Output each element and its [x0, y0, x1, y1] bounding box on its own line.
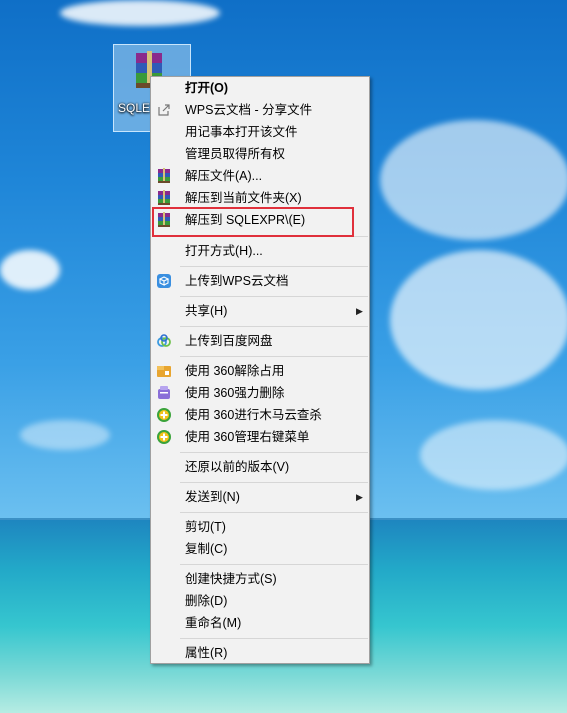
cloud	[420, 420, 567, 490]
menu-item-open-with[interactable]: 打开方式(H)...	[152, 240, 368, 262]
menu-item-label: 打开(O)	[185, 81, 229, 95]
menu-item-open-notepad[interactable]: 用记事本打开该文件	[152, 121, 368, 143]
context-menu: 打开(O) WPS云文档 - 分享文件 用记事本打开该文件 管理员取得所有权 解…	[150, 76, 370, 664]
wps-cloud-icon	[157, 274, 171, 288]
menu-item-open[interactable]: 打开(O)	[152, 77, 368, 99]
menu-separator	[180, 512, 368, 513]
menu-item-label: 使用 360管理右键菜单	[185, 430, 310, 444]
menu-item-label: 解压到当前文件夹(X)	[185, 191, 302, 205]
menu-item-360-unlock[interactable]: 使用 360解除占用	[152, 360, 368, 382]
menu-separator	[180, 452, 368, 453]
menu-separator	[180, 356, 368, 357]
menu-separator	[180, 266, 368, 267]
menu-item-label: 使用 360强力删除	[185, 386, 285, 400]
menu-item-take-ownership[interactable]: 管理员取得所有权	[152, 143, 368, 165]
menu-item-upload-wps[interactable]: 上传到WPS云文档	[152, 270, 368, 292]
menu-item-extract-files[interactable]: 解压文件(A)...	[152, 165, 368, 187]
submenu-arrow-icon: ▶	[356, 306, 363, 316]
winrar-icon	[158, 168, 170, 183]
menu-separator	[180, 564, 368, 565]
360-unlock-icon	[157, 366, 171, 377]
menu-item-label: 上传到百度网盘	[185, 334, 273, 348]
menu-item-label: 用记事本打开该文件	[185, 125, 298, 139]
menu-item-label: 上传到WPS云文档	[185, 274, 289, 288]
menu-item-properties[interactable]: 属性(R)	[152, 642, 368, 664]
menu-separator	[180, 326, 368, 327]
menu-item-label: 剪切(T)	[185, 520, 226, 534]
menu-item-wps-share[interactable]: WPS云文档 - 分享文件	[152, 99, 368, 121]
cloud	[60, 0, 220, 26]
menu-separator	[180, 638, 368, 639]
winrar-icon	[158, 190, 170, 205]
menu-item-upload-baidu[interactable]: 上传到百度网盘	[152, 330, 368, 352]
submenu-arrow-icon: ▶	[356, 492, 363, 502]
menu-item-label: 还原以前的版本(V)	[185, 460, 290, 474]
menu-item-label: 复制(C)	[185, 542, 228, 556]
menu-item-create-shortcut[interactable]: 创建快捷方式(S)	[152, 568, 368, 590]
360-delete-icon	[158, 386, 170, 399]
360-scan-icon	[157, 408, 171, 422]
menu-item-share[interactable]: 共享(H) ▶	[152, 300, 368, 322]
menu-item-delete[interactable]: 删除(D)	[152, 590, 368, 612]
menu-item-send-to[interactable]: 发送到(N) ▶	[152, 486, 368, 508]
menu-item-360-scan[interactable]: 使用 360进行木马云查杀	[152, 404, 368, 426]
menu-item-label: 删除(D)	[185, 594, 228, 608]
menu-separator	[180, 296, 368, 297]
360-menu-icon	[157, 430, 171, 444]
menu-item-label: 使用 360进行木马云查杀	[185, 408, 322, 422]
menu-item-label: 发送到(N)	[185, 490, 240, 504]
share-icon	[158, 104, 170, 116]
menu-separator	[180, 482, 368, 483]
menu-item-label: 打开方式(H)...	[185, 244, 263, 258]
menu-item-label: 使用 360解除占用	[185, 364, 285, 378]
annotation-highlight-box	[152, 207, 354, 237]
menu-item-label: WPS云文档 - 分享文件	[185, 103, 313, 117]
menu-item-label: 共享(H)	[185, 304, 228, 318]
cloud	[390, 250, 567, 390]
cloud	[20, 420, 110, 450]
menu-item-cut[interactable]: 剪切(T)	[152, 516, 368, 538]
menu-item-rename[interactable]: 重命名(M)	[152, 612, 368, 634]
baidu-cloud-icon	[157, 334, 171, 347]
menu-item-label: 属性(R)	[185, 646, 228, 660]
menu-item-label: 创建快捷方式(S)	[185, 572, 277, 586]
menu-item-extract-here[interactable]: 解压到当前文件夹(X)	[152, 187, 368, 209]
menu-item-360-delete[interactable]: 使用 360强力删除	[152, 382, 368, 404]
menu-item-360-manage-menu[interactable]: 使用 360管理右键菜单	[152, 426, 368, 448]
cloud	[0, 250, 60, 290]
menu-item-label: 管理员取得所有权	[185, 147, 286, 161]
cloud	[380, 120, 567, 240]
menu-item-restore-versions[interactable]: 还原以前的版本(V)	[152, 456, 368, 478]
menu-item-label: 解压文件(A)...	[185, 169, 263, 183]
menu-item-label: 重命名(M)	[185, 616, 242, 630]
menu-item-copy[interactable]: 复制(C)	[152, 538, 368, 560]
